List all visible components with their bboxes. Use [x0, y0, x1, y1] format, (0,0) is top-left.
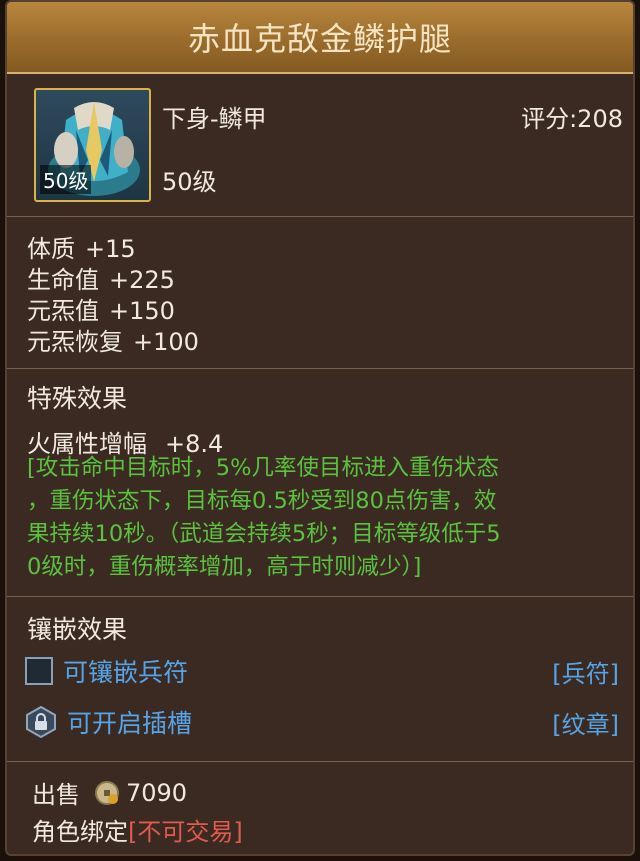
- socket-row-locked[interactable]: 可开启插槽: [25, 705, 192, 739]
- empty-slot-icon: [25, 657, 53, 685]
- item-score: 评分:208: [521, 105, 623, 133]
- sell-price: 7090: [126, 778, 188, 807]
- divider: [7, 368, 633, 369]
- divider: [7, 596, 633, 597]
- socket-row-tally[interactable]: 可镶嵌兵符: [25, 654, 188, 688]
- divider: [7, 216, 633, 217]
- socket-tag-emblem[interactable]: [纹章]: [552, 705, 619, 740]
- item-type: 下身-鳞甲: [162, 105, 267, 133]
- bind-status: [不可交易]: [128, 818, 243, 846]
- item-icon[interactable]: 50级: [34, 88, 151, 202]
- icon-level-badge: 50级: [40, 165, 92, 194]
- locked-slot-icon: [26, 706, 56, 738]
- effect-line: 果持续10秒。（武道会持续5秒；目标等级低于5: [27, 521, 501, 547]
- stat-value: +150: [109, 297, 175, 325]
- stat-row: 生命值 +225: [27, 260, 175, 295]
- stat-name: 生命值: [27, 266, 99, 294]
- item-name: 赤血克敌金鳞护腿: [187, 20, 452, 58]
- stat-name: 体质: [27, 235, 75, 263]
- stat-row: 元炁值 +150: [27, 291, 175, 326]
- item-level: 50级: [162, 168, 217, 196]
- coin-icon: [95, 780, 119, 805]
- effect-line: ，重伤状态下，目标每0.5秒受到80点伤害，效: [27, 488, 497, 514]
- socket-label: 可开启插槽: [67, 709, 193, 738]
- stat-row: 体质 +15: [27, 229, 136, 264]
- stat-name: 元炁恢复: [27, 328, 123, 356]
- effect-description: [攻击命中目标时，5%几率使目标进入重伤状态 ，重伤状态下，目标每0.5秒受到8…: [27, 452, 602, 584]
- divider: [7, 761, 633, 762]
- bind-label: 角色绑定: [32, 818, 128, 846]
- bind-row: 角色绑定[不可交易]: [32, 812, 243, 847]
- stat-value: +225: [109, 266, 175, 294]
- stat-value: +15: [85, 235, 136, 263]
- stat-name: 元炁值: [27, 297, 99, 325]
- sell-row: 出售 7090: [32, 775, 187, 810]
- socket-tag-tally[interactable]: [兵符]: [552, 654, 619, 689]
- inlay-effects-title: 镶嵌效果: [27, 615, 128, 644]
- sell-label: 出售: [32, 781, 80, 809]
- stat-row: 元炁恢复 +100: [27, 322, 199, 357]
- socket-label: 可镶嵌兵符: [63, 658, 189, 687]
- special-effects-title: 特殊效果: [27, 384, 128, 413]
- title-bar: 赤血克敌金鳞护腿: [7, 2, 633, 74]
- stat-value: +100: [133, 328, 199, 356]
- effect-line: 0级时，重伤概率增加，高于时则减少）]: [27, 554, 422, 580]
- item-tooltip-panel: 赤血克敌金鳞护腿 50级 下身-鳞甲 评分:208 50级 体质 +15 生命值 +…: [5, 0, 635, 856]
- effect-line: [攻击命中目标时，5%几率使目标进入重伤状态: [27, 455, 499, 481]
